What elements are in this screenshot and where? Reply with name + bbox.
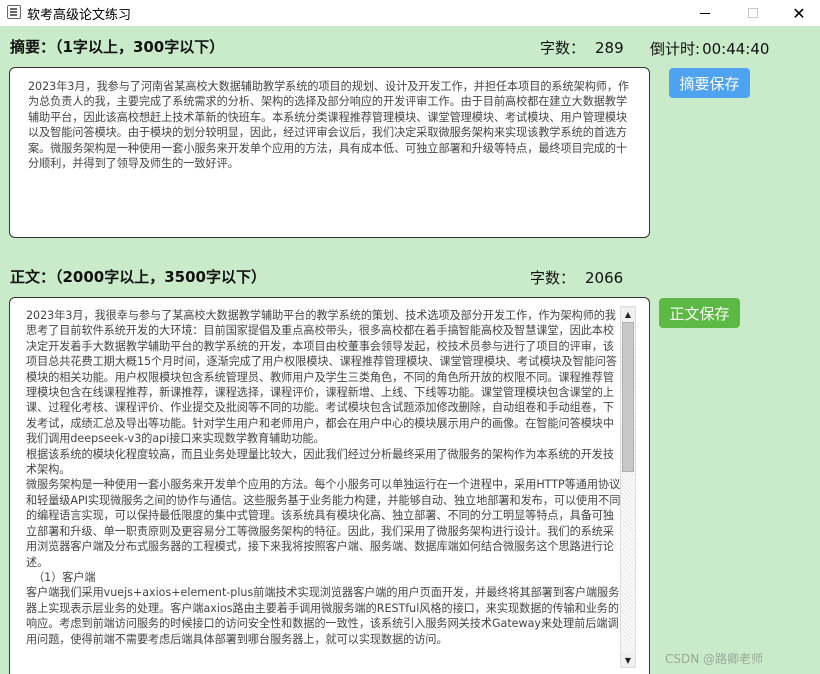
- body-scrollbar[interactable]: ▲ ▼: [620, 306, 636, 668]
- scroll-up-icon[interactable]: ▲: [621, 307, 635, 321]
- countdown-timer: 倒计时: 00:44:40: [650, 38, 769, 59]
- title-bar: 软考高级论文练习 ✕: [0, 0, 820, 26]
- app-icon: [7, 5, 21, 19]
- watermark: CSDN @路卿老师: [665, 652, 764, 666]
- maximize-icon: [748, 8, 758, 18]
- minimize-button[interactable]: [682, 0, 728, 26]
- window-title: 软考高级论文练习: [27, 8, 132, 23]
- abstract-textarea[interactable]: 2023年3月，我参与了河南省某高校大数据辅助教学系统的项目的规划、设计及开发工…: [9, 67, 650, 238]
- abstract-save-button[interactable]: 摘要保存: [669, 68, 750, 98]
- body-word-count: 字数： 2066: [530, 267, 623, 288]
- body-count-value: 2066: [585, 269, 624, 287]
- abstract-text: 2023年3月，我参与了河南省某高校大数据辅助教学系统的项目的规划、设计及开发工…: [28, 80, 630, 171]
- abstract-label: 摘要：（1字以上，300字以下）: [10, 38, 225, 56]
- body-textarea[interactable]: 2023年3月，我很幸与参与了某高校大数据教学辅助平台的教学系统的策划、技术选项…: [9, 297, 650, 674]
- body-count-label: 字数：: [530, 269, 576, 287]
- close-button[interactable]: ✕: [776, 0, 820, 26]
- close-icon: ✕: [792, 3, 806, 23]
- maximize-button[interactable]: [730, 0, 776, 26]
- body-text: 2023年3月，我很幸与参与了某高校大数据教学辅助平台的教学系统的策划、技术选项…: [26, 309, 621, 646]
- abstract-count-value: 289: [595, 39, 624, 57]
- timer-label: 倒计时:: [650, 40, 701, 58]
- minimize-icon: [700, 12, 710, 14]
- scroll-thumb[interactable]: [622, 322, 634, 472]
- timer-value: 00:44:40: [702, 40, 770, 58]
- body-label: 正文：（2000字以上，3500字以下）: [10, 268, 266, 286]
- body-save-button[interactable]: 正文保存: [659, 298, 740, 328]
- scroll-down-icon[interactable]: ▼: [621, 653, 635, 667]
- abstract-count-label: 字数：: [540, 39, 586, 57]
- abstract-word-count: 字数： 289: [540, 37, 624, 58]
